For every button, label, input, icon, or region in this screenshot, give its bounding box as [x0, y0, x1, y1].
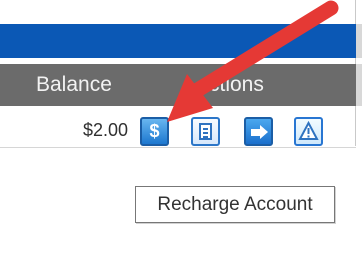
balance-column-header[interactable]: Balance — [36, 74, 112, 95]
go-button[interactable] — [244, 117, 273, 146]
details-button[interactable] — [191, 117, 220, 146]
document-icon — [199, 123, 212, 140]
warning-icon — [298, 121, 319, 140]
account-grid-screenshot: Balance ctions $2.00 $ Recharge Account — [0, 0, 362, 255]
recharge-account-tooltip: Recharge Account — [135, 186, 335, 223]
actions-column-header[interactable]: ctions — [209, 74, 264, 95]
grid-title-bar — [0, 24, 362, 58]
recharge-account-button[interactable]: $ — [140, 117, 169, 146]
dollar-icon: $ — [149, 121, 160, 141]
arrow-right-icon-head — [260, 125, 268, 139]
balance-value: $2.00 — [82, 120, 128, 140]
warning-button[interactable] — [294, 117, 323, 146]
